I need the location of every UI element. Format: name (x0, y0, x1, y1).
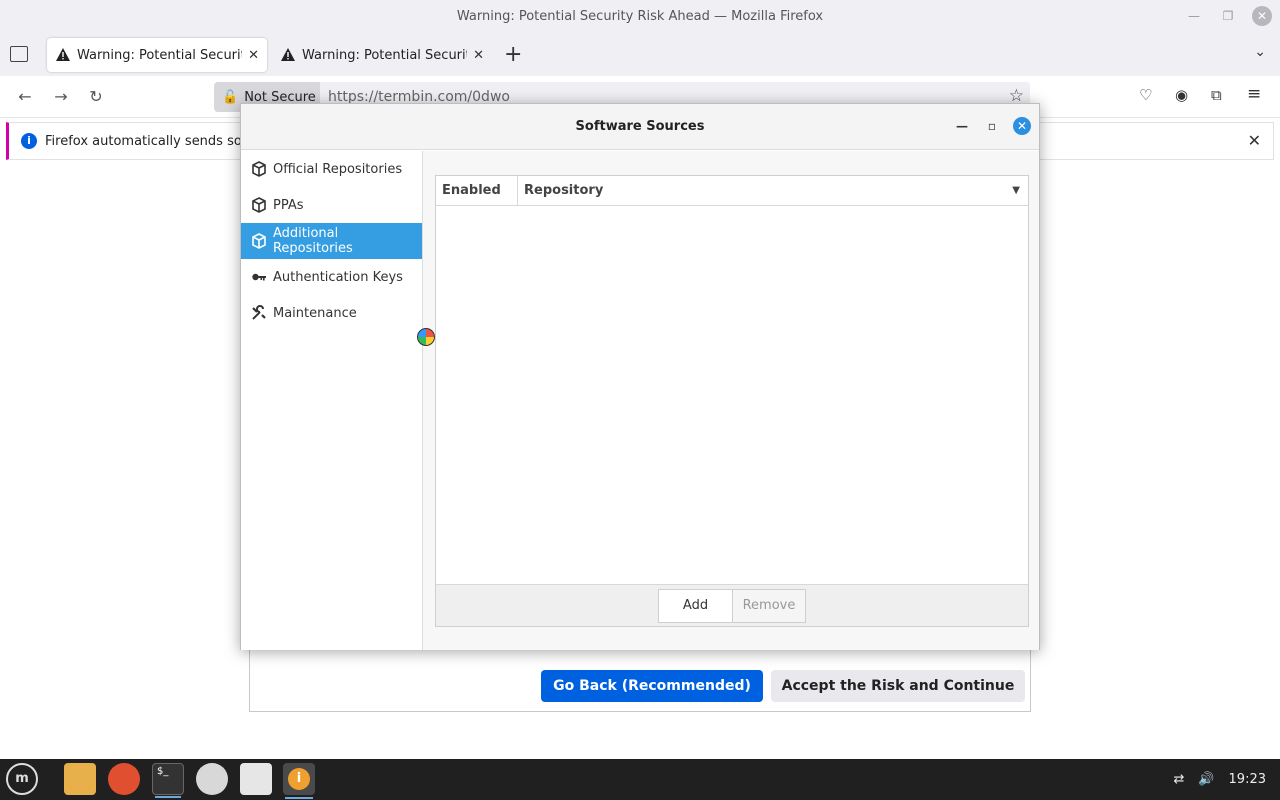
dialog-title: Software Sources (575, 119, 705, 134)
maximize-icon[interactable]: ❐ (1218, 6, 1238, 26)
notification-text: Firefox automatically sends some (45, 133, 263, 149)
extensions-icon[interactable]: ⧉ (1211, 86, 1222, 104)
menu-icon[interactable]: ≡ (1247, 84, 1261, 104)
back-arrow-icon[interactable]: ← (14, 86, 36, 108)
repository-list[interactable] (436, 206, 1028, 584)
tab-2[interactable]: Warning: Potential Security R ✕ (272, 38, 492, 72)
sidebar-item-official-repositories[interactable]: Official Repositories (241, 151, 422, 187)
sidebar-item-additional-repositories[interactable]: Additional Repositories (241, 223, 422, 259)
pocket-icon[interactable]: ♡ (1139, 86, 1152, 104)
package-icon (252, 197, 266, 213)
warning-icon (56, 48, 70, 61)
add-button[interactable]: Add (658, 589, 733, 623)
column-header-enabled[interactable]: Enabled (436, 176, 518, 205)
volume-icon[interactable]: 🔊 (1198, 772, 1214, 787)
sidebar-item-maintenance[interactable]: Maintenance (241, 295, 422, 331)
info-icon: i (21, 133, 37, 149)
remove-button[interactable]: Remove (732, 589, 806, 623)
column-header-label: Repository (524, 183, 604, 198)
key-icon (252, 273, 266, 281)
disc-icon[interactable] (196, 763, 228, 795)
table-toolbar: Add Remove (436, 584, 1028, 626)
dialog-sidebar: Official Repositories PPAs Additional Re… (241, 151, 423, 650)
sort-arrow-icon: ▼ (1012, 185, 1020, 196)
sidebar-item-label: Maintenance (273, 305, 357, 321)
sidebar-item-label: Additional Repositories (272, 226, 353, 256)
window-titlebar: Warning: Potential Security Risk Ahead —… (0, 0, 1280, 34)
close-icon[interactable]: ✕ (1252, 6, 1272, 26)
package-icon (252, 161, 266, 177)
reload-icon[interactable]: ↻ (85, 86, 107, 108)
table-header: Enabled Repository ▼ (436, 176, 1028, 206)
forward-arrow-icon[interactable]: → (50, 86, 72, 108)
network-icon[interactable]: ⇄ (1173, 772, 1184, 787)
tab-1[interactable]: Warning: Potential Security R ✕ (47, 38, 267, 72)
tools-icon (252, 305, 266, 320)
dialog-maximize-icon[interactable]: ▫ (983, 117, 1001, 135)
window-title: Warning: Potential Security Risk Ahead —… (456, 9, 824, 24)
new-tab-button[interactable]: + (504, 42, 522, 67)
sidebar-item-label: Official Repositories (273, 161, 403, 177)
tab-list-icon[interactable]: ⌄ (1254, 44, 1266, 60)
warning-icon (281, 48, 295, 61)
lock-warning-icon: 🔓 (222, 89, 239, 105)
mint-menu-icon[interactable]: m (6, 763, 38, 795)
dialog-main-pane: Enabled Repository ▼ Add Remove (423, 151, 1039, 650)
tab-close-icon[interactable]: ✕ (473, 48, 484, 63)
dialog-minimize-icon[interactable]: — (953, 117, 971, 135)
sidebar-item-label: Authentication Keys (273, 269, 403, 285)
tab-bar: Warning: Potential Security R ✕ Warning:… (0, 34, 1280, 76)
go-back-button[interactable]: Go Back (Recommended) (541, 670, 763, 702)
package-icon (252, 233, 266, 249)
taskbar: m $_ i ⇄ 🔊 19:23 (0, 759, 1280, 800)
busy-cursor-icon (417, 328, 435, 346)
dialog-header: Software Sources — ▫ ✕ (241, 104, 1039, 150)
accept-risk-button[interactable]: Accept the Risk and Continue (771, 670, 1025, 702)
repository-table: Enabled Repository ▼ Add Remove (435, 175, 1029, 627)
notification-close-icon[interactable]: ✕ (1248, 131, 1261, 150)
software-sources-task-icon[interactable]: i (283, 763, 315, 799)
terminal-icon[interactable]: $_ (152, 763, 184, 798)
column-header-repository[interactable]: Repository ▼ (518, 176, 1028, 205)
settings-toggle-icon[interactable] (240, 763, 272, 795)
software-sources-dialog: Software Sources — ▫ ✕ Official Reposito… (240, 103, 1040, 650)
tab-title: Warning: Potential Security R (77, 47, 242, 63)
dialog-controls: — ▫ ✕ (953, 117, 1031, 135)
tab-title: Warning: Potential Security R (302, 47, 467, 63)
system-tray: ⇄ 🔊 19:23 (1173, 759, 1266, 800)
account-icon[interactable]: ◉ (1175, 86, 1188, 104)
sidebar-item-label: PPAs (273, 197, 304, 213)
clock[interactable]: 19:23 (1229, 772, 1266, 787)
tab-close-icon[interactable]: ✕ (248, 48, 259, 63)
sidebar-item-ppas[interactable]: PPAs (241, 187, 422, 223)
files-icon[interactable] (64, 763, 96, 795)
dialog-close-icon[interactable]: ✕ (1013, 117, 1031, 135)
tab-overview-icon[interactable] (10, 46, 28, 62)
sidebar-item-authentication-keys[interactable]: Authentication Keys (241, 259, 422, 295)
window-controls: — ❐ ✕ (1184, 6, 1272, 26)
firefox-icon[interactable] (108, 763, 140, 795)
minimize-icon[interactable]: — (1184, 6, 1204, 26)
